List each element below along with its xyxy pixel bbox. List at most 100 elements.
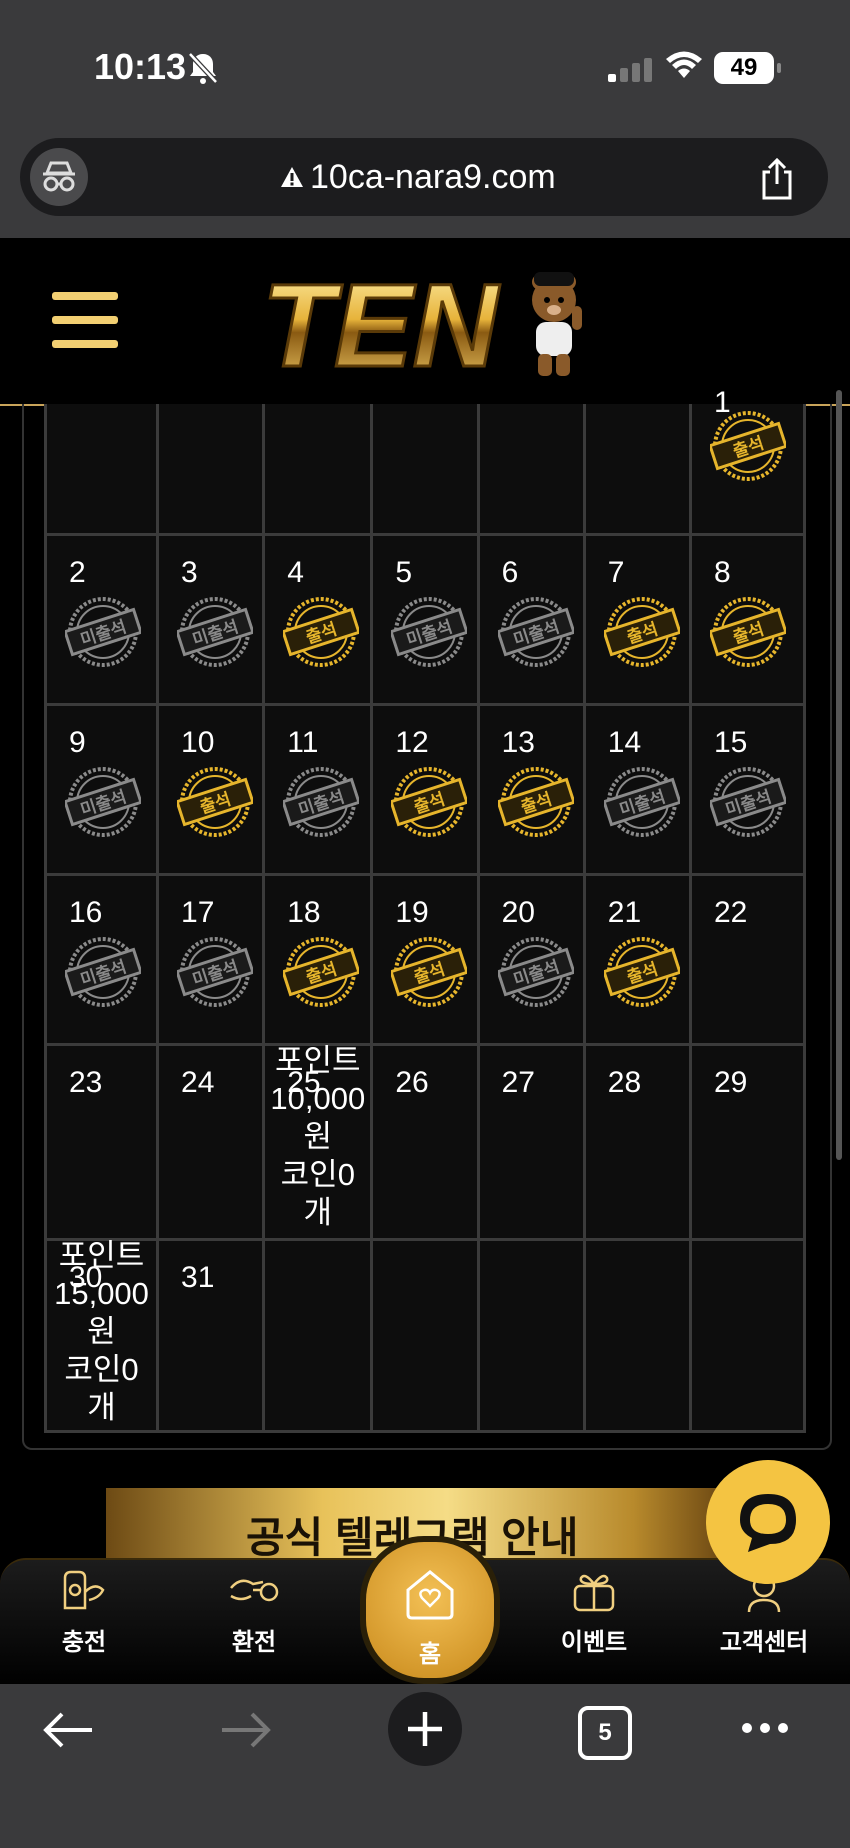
calendar-day-cell[interactable]: 30 포인트 15,000 원 코인0 개 [43, 1237, 160, 1433]
calendar-day-cell[interactable] [582, 404, 692, 536]
calendar-day-cell[interactable] [476, 1237, 586, 1433]
calendar-day-cell[interactable]: 22 [688, 872, 807, 1046]
day-number: 31 [181, 1260, 215, 1294]
calendar-day-cell[interactable]: 24 [156, 1042, 266, 1241]
calendar-day-cell[interactable]: 4 출석 [262, 532, 374, 706]
calendar-day-cell[interactable]: 19 출석 [370, 872, 480, 1046]
day-number: 24 [181, 1065, 215, 1099]
calendar-day-cell[interactable] [582, 1237, 692, 1433]
calendar-day-cell[interactable]: 8 출석 [688, 532, 807, 706]
stamp-absent: 미출석 [65, 936, 141, 1007]
stamp-absent: 미출석 [177, 596, 254, 667]
nav-charge[interactable]: 충전 [24, 1560, 144, 1657]
wifi-icon [666, 51, 702, 78]
calendar-week-row: 16 미출석 17 미출석 18 출석 19 출석 20 미출석 21 출석 22 [43, 872, 807, 1046]
calendar-day-cell[interactable] [370, 1237, 480, 1433]
ten-logo[interactable]: TEN [262, 258, 592, 384]
calendar-day-cell[interactable] [262, 1237, 374, 1433]
calendar-day-cell[interactable]: 11 미출석 [262, 702, 374, 876]
calendar-week-row: 9 미출석 10 출석 11 미출석 12 출석 13 출석 14 미출석 15 미출석 [43, 702, 807, 876]
calendar-day-cell[interactable]: 21 출석 [582, 872, 692, 1046]
new-tab-button[interactable] [388, 1692, 462, 1766]
reward-text: 포인트 10,000 원 코인0 개 [270, 1042, 366, 1230]
tabs-button[interactable]: 5 [578, 1706, 632, 1760]
day-number: 5 [395, 555, 413, 589]
calendar-day-cell[interactable]: 9 미출석 [43, 702, 160, 876]
calendar-week-row: 30 포인트 15,000 원 코인0 개 31 [43, 1237, 807, 1433]
calendar-day-cell[interactable] [688, 1237, 807, 1433]
calendar-day-cell[interactable] [476, 404, 586, 536]
gift-icon [573, 1574, 615, 1612]
exchange-icon [230, 1579, 279, 1602]
calendar-day-cell[interactable]: 17 미출석 [156, 872, 266, 1046]
calendar-day-cell[interactable]: 25 포인트 10,000 원 코인0 개 [262, 1042, 374, 1241]
scrollbar[interactable] [836, 390, 842, 1160]
calendar-day-cell[interactable]: 10 출석 [156, 702, 266, 876]
day-number: 22 [713, 895, 748, 929]
calendar-day-cell[interactable]: 14 미출석 [582, 702, 692, 876]
calendar-day-cell[interactable]: 20 미출석 [476, 872, 586, 1046]
calendar-day-cell[interactable] [262, 404, 374, 536]
hamburger-menu-button[interactable] [52, 292, 118, 348]
calendar-day-cell[interactable]: 12 출석 [370, 702, 480, 876]
calendar-day-cell[interactable]: 31 [156, 1237, 266, 1433]
calendar-day-cell[interactable] [156, 404, 266, 536]
calendar-day-cell[interactable]: 28 [582, 1042, 692, 1241]
day-number: 17 [181, 895, 215, 929]
nav-event-label: 이벤트 [560, 1629, 628, 1656]
calendar-day-cell[interactable]: 1 출석 [688, 386, 807, 536]
calendar-day-cell[interactable]: 15 미출석 [688, 702, 807, 876]
incognito-button[interactable] [30, 148, 88, 206]
calendar-day-cell[interactable] [43, 404, 160, 536]
stamp-present: 출석 [177, 766, 254, 837]
stamp-present: 출석 [391, 936, 468, 1007]
calendar-day-cell[interactable]: 18 출석 [262, 872, 374, 1046]
plus-icon [408, 1712, 442, 1746]
calendar-day-cell[interactable]: 16 미출석 [43, 872, 160, 1046]
nav-support-label: 고객센터 [719, 1629, 809, 1656]
chat-button[interactable] [706, 1460, 830, 1584]
calendar-day-cell[interactable]: 13 출석 [476, 702, 586, 876]
calendar-day-cell[interactable]: 3 미출석 [156, 532, 266, 706]
share-icon[interactable] [758, 158, 796, 200]
day-number: 10 [181, 725, 215, 759]
calendar-day-cell[interactable]: 27 [476, 1042, 586, 1241]
nav-event[interactable]: 이벤트 [534, 1560, 654, 1657]
svg-text:TEN: TEN [262, 260, 501, 384]
stamp-present: 출석 [497, 766, 574, 837]
day-number: 4 [287, 555, 304, 589]
url-text[interactable]: 10ca-nara9.com [310, 158, 556, 197]
calendar-day-cell[interactable]: 5 미출석 [370, 532, 480, 706]
nav-charge-label: 충전 [61, 1629, 107, 1656]
day-number: 8 [713, 555, 731, 589]
day-number: 13 [501, 725, 535, 759]
day-number: 20 [501, 895, 535, 929]
stamp-absent: 미출석 [65, 596, 141, 667]
nav-exchange[interactable]: 환전 [194, 1560, 314, 1657]
status-time: 10:13 [94, 46, 187, 87]
calendar-day-cell[interactable] [370, 404, 480, 536]
day-number: 19 [395, 895, 429, 929]
forward-arrow-icon[interactable] [218, 1710, 274, 1750]
stamp-absent: 미출석 [177, 936, 254, 1007]
calendar-day-cell[interactable]: 6 미출석 [476, 532, 586, 706]
stamp-present: 출석 [283, 596, 360, 667]
day-number: 21 [607, 895, 642, 929]
day-number: 27 [501, 1065, 535, 1099]
day-number: 15 [713, 725, 748, 759]
chat-bubble-icon [740, 1494, 796, 1552]
calendar-week-row: 1 출석 [43, 386, 807, 536]
more-icon[interactable] [740, 1720, 790, 1736]
nav-home[interactable]: 홈 [360, 1536, 500, 1684]
calendar-day-cell[interactable]: 26 [370, 1042, 480, 1241]
nav-exchange-label: 환전 [231, 1629, 277, 1656]
back-arrow-icon[interactable] [40, 1710, 96, 1750]
calendar-day-cell[interactable]: 2 미출석 [43, 532, 160, 706]
stamp-absent: 미출석 [283, 766, 360, 837]
calendar-day-cell[interactable]: 23 [43, 1042, 160, 1241]
day-number: 14 [607, 725, 642, 759]
calendar-day-cell[interactable]: 7 출석 [582, 532, 692, 706]
day-number: 29 [713, 1065, 748, 1099]
calendar-day-cell[interactable]: 29 [688, 1042, 807, 1241]
day-number: 2 [69, 555, 86, 589]
